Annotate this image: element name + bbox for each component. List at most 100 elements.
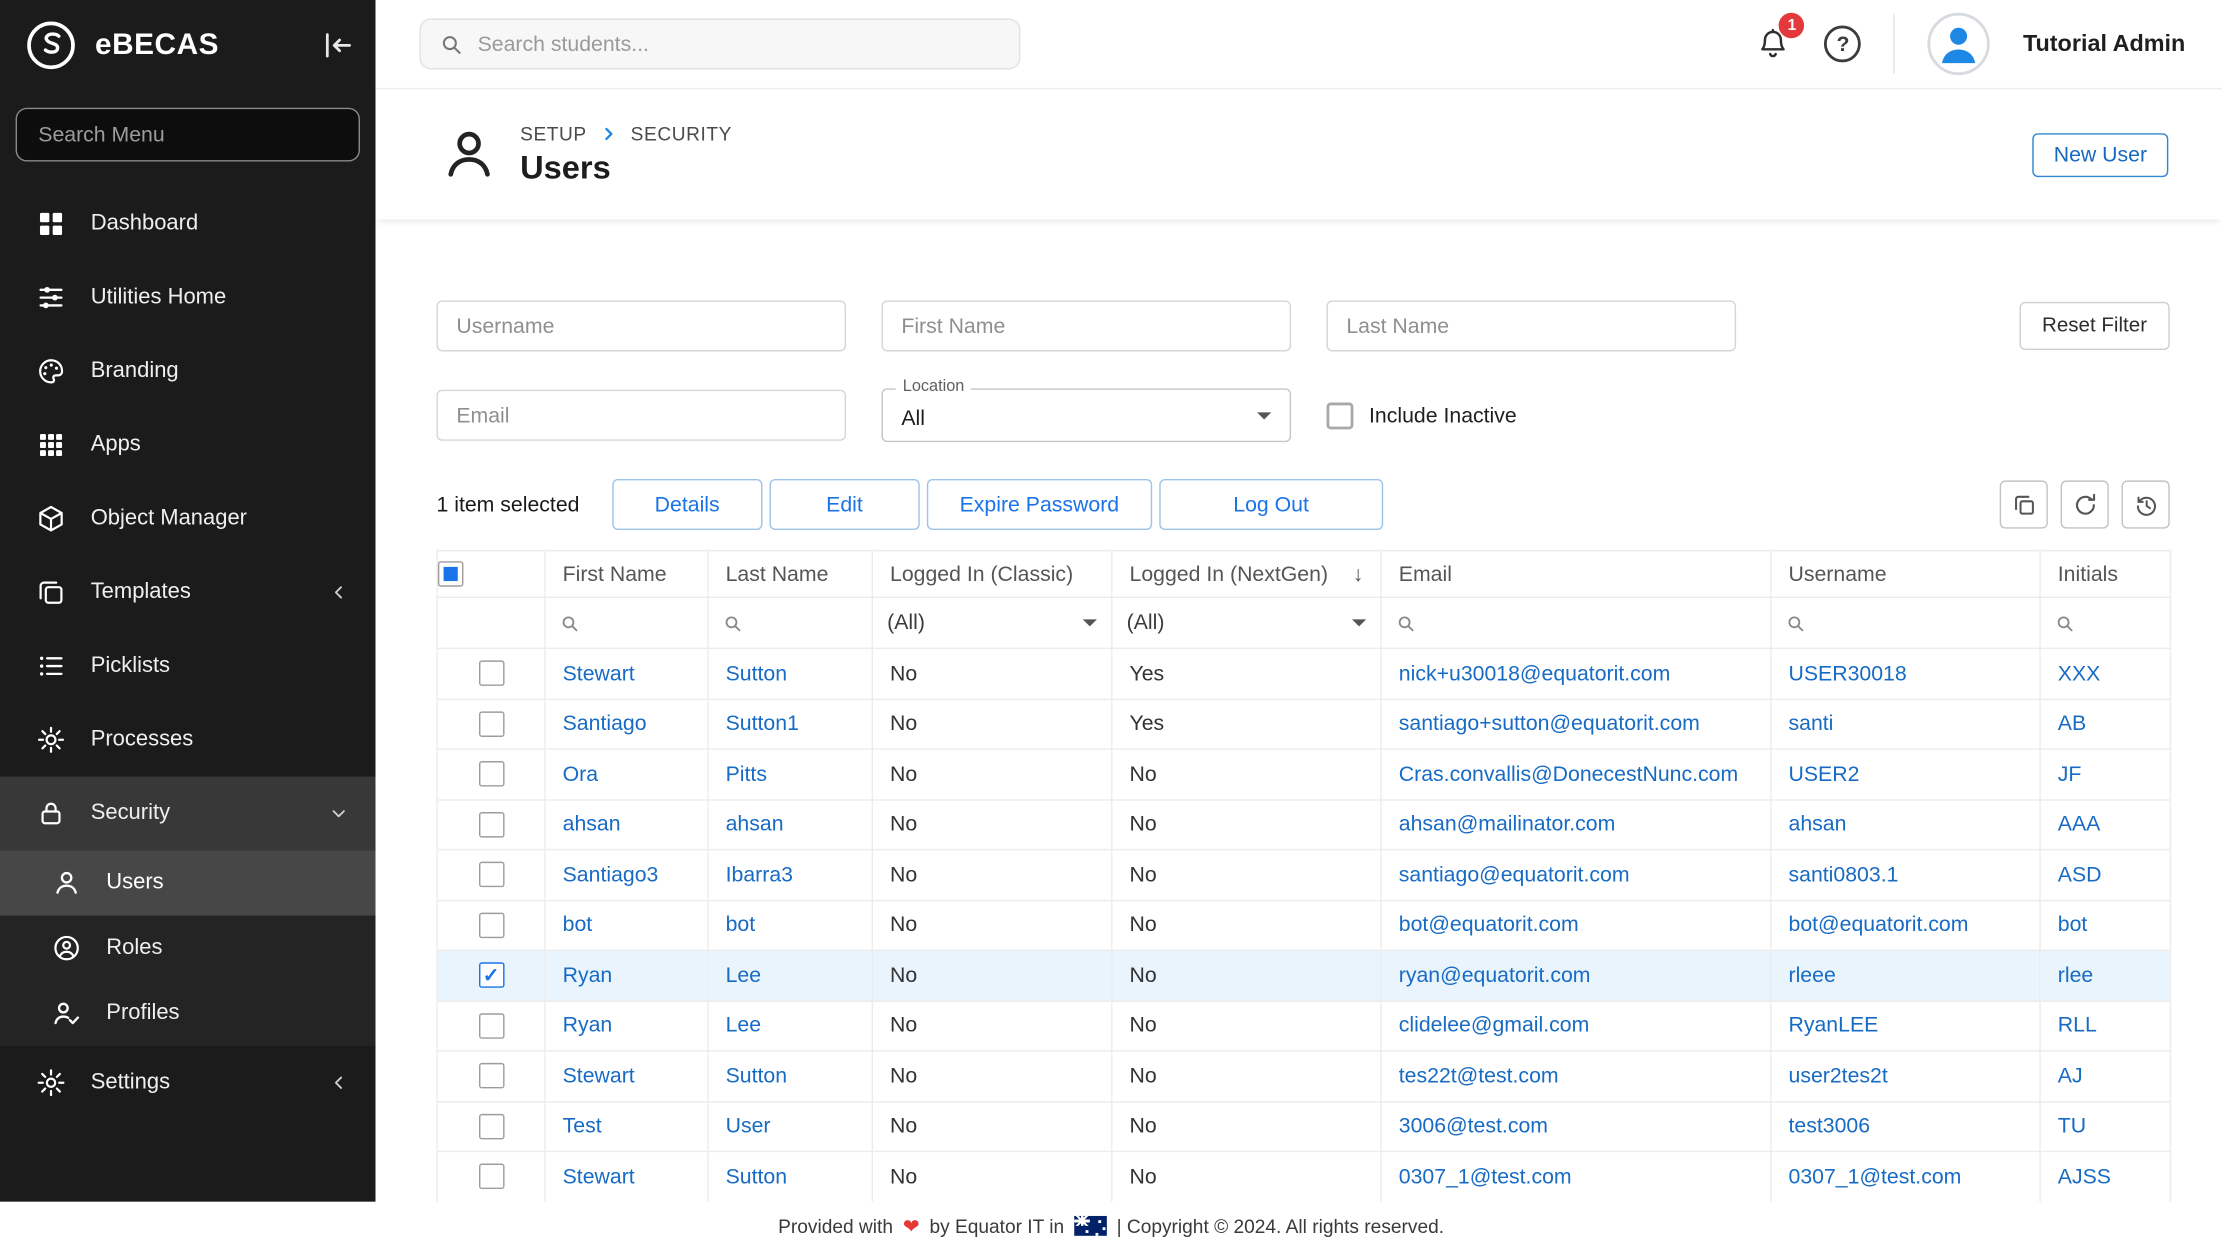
table-row[interactable]: botbotNoNobot@equatorit.combot@equatorit… [437,900,2170,950]
table-row[interactable]: ✓RyanLeeNoNoryan@equatorit.comrleeerlee [437,950,2170,1000]
cell-username[interactable]: USER2 [1771,749,2040,799]
cell-initials[interactable]: AJSS [2040,1151,2170,1201]
cell-email[interactable]: ryan@equatorit.com [1381,950,1771,1000]
cell-initials[interactable]: AAA [2040,799,2170,849]
cell-first[interactable]: Santiago3 [545,850,708,900]
table-row[interactable]: StewartSuttonNoNotes22t@test.comuser2tes… [437,1051,2170,1101]
table-row[interactable]: RyanLeeNoNoclidelee@gmail.comRyanLEERLL [437,1001,2170,1051]
sidebar-item-apps[interactable]: Apps [0,408,376,482]
cell-last[interactable]: Pitts [708,749,872,799]
expire-password-button[interactable]: Expire Password [927,479,1152,530]
cell-first[interactable]: bot [545,900,708,950]
breadcrumb-setup[interactable]: SETUP [520,123,587,144]
cell-first[interactable]: ahsan [545,799,708,849]
filter-cell-classic[interactable]: (All) [872,597,1112,648]
cell-email[interactable]: santiago+sutton@equatorit.com [1381,699,1771,749]
reset-filter-button[interactable]: Reset Filter [2019,302,2169,350]
cell-username[interactable]: RyanLEE [1771,1001,2040,1051]
sidebar-item-object-manager[interactable]: Object Manager [0,482,376,556]
cell-initials[interactable]: bot [2040,900,2170,950]
cell-initials[interactable]: AJ [2040,1051,2170,1101]
column-header-username[interactable]: Username [1771,551,2040,598]
details-button[interactable]: Details [612,479,762,530]
select-all-checkbox[interactable] [438,561,464,587]
cell-email[interactable]: ahsan@mailinator.com [1381,799,1771,849]
cell-username[interactable]: ahsan [1771,799,2040,849]
cell-first[interactable]: Stewart [545,1051,708,1101]
filter-cell-nextgen[interactable]: (All) [1112,597,1381,648]
row-checkbox[interactable] [478,912,504,938]
table-row[interactable]: StewartSuttonNoYesnick+u30018@equatorit.… [437,648,2170,698]
cell-last[interactable]: Lee [708,950,872,1000]
cell-username[interactable]: USER30018 [1771,648,2040,698]
cell-last[interactable]: bot [708,900,872,950]
cell-email[interactable]: santiago@equatorit.com [1381,850,1771,900]
cell-email[interactable]: nick+u30018@equatorit.com [1381,648,1771,698]
table-row[interactable]: TestUserNoNo3006@test.comtest3006TU [437,1101,2170,1151]
filter-cell-last-name[interactable] [708,597,872,648]
sidebar-item-users[interactable]: Users [0,850,376,915]
history-button[interactable] [2122,480,2170,528]
log-out-button[interactable]: Log Out [1159,479,1383,530]
row-checkbox[interactable] [478,661,504,687]
sidebar-item-branding[interactable]: Branding [0,334,376,408]
cell-last[interactable]: Lee [708,1001,872,1051]
cell-first[interactable]: Ryan [545,950,708,1000]
cell-username[interactable]: test3006 [1771,1101,2040,1151]
refresh-button[interactable] [2061,480,2109,528]
sidebar-item-profiles[interactable]: Profiles [0,981,376,1046]
cell-email[interactable]: 0307_1@test.com [1381,1151,1771,1201]
cell-username[interactable]: rleee [1771,950,2040,1000]
table-row[interactable]: Santiago3Ibarra3NoNosantiago@equatorit.c… [437,850,2170,900]
cell-username[interactable]: santi0803.1 [1771,850,2040,900]
cell-email[interactable]: bot@equatorit.com [1381,900,1771,950]
column-header-email[interactable]: Email [1381,551,1771,598]
cell-first[interactable]: Test [545,1101,708,1151]
table-row[interactable]: SantiagoSutton1NoYessantiago+sutton@equa… [437,699,2170,749]
sidebar-item-processes[interactable]: Processes [0,703,376,777]
cell-initials[interactable]: AB [2040,699,2170,749]
cell-email[interactable]: 3006@test.com [1381,1101,1771,1151]
sidebar-item-dashboard[interactable]: Dashboard [0,187,376,261]
last-name-filter-input[interactable] [1326,300,1736,351]
row-checkbox[interactable] [478,1114,504,1140]
cell-initials[interactable]: RLL [2040,1001,2170,1051]
cell-email[interactable]: Cras.convallis@DonecestNunc.com [1381,749,1771,799]
cell-first[interactable]: Stewart [545,648,708,698]
cell-initials[interactable]: TU [2040,1101,2170,1151]
column-header-logged-in-classic[interactable]: Logged In (Classic) [872,551,1112,598]
cell-last[interactable]: Sutton [708,1051,872,1101]
first-name-filter-input[interactable] [881,300,1291,351]
sidebar-collapse-icon[interactable] [319,27,356,64]
sidebar-item-roles[interactable]: Roles [0,916,376,981]
cell-first[interactable]: Ryan [545,1001,708,1051]
column-header-initials[interactable]: Initials [2040,551,2170,598]
cell-username[interactable]: santi [1771,699,2040,749]
row-checkbox[interactable]: ✓ [478,963,504,989]
avatar[interactable] [1928,13,1990,75]
cell-last[interactable]: User [708,1101,872,1151]
export-button[interactable] [2000,480,2048,528]
email-filter-input[interactable] [436,390,846,441]
location-select[interactable]: Location All [881,388,1291,442]
row-checkbox[interactable] [478,1164,504,1190]
sidebar-item-picklists[interactable]: Picklists [0,629,376,703]
sidebar-item-security[interactable]: Security [0,777,376,851]
username-filter-input[interactable] [436,300,846,351]
cell-initials[interactable]: JF [2040,749,2170,799]
checkbox-box[interactable] [1326,402,1353,429]
filter-cell-username[interactable] [1771,597,2040,648]
table-row[interactable]: ahsanahsanNoNoahsan@mailinator.comahsanA… [437,799,2170,849]
cell-last[interactable]: Sutton [708,648,872,698]
breadcrumb-security[interactable]: SECURITY [631,123,732,144]
filter-cell-initials[interactable] [2040,597,2170,648]
sidebar-item-templates[interactable]: Templates [0,556,376,630]
table-row[interactable]: OraPittsNoNoCras.convallis@DonecestNunc.… [437,749,2170,799]
cell-first[interactable]: Stewart [545,1151,708,1201]
table-row[interactable]: StewartSuttonNoNo0307_1@test.com0307_1@t… [437,1151,2170,1201]
column-header-first-name[interactable]: First Name [545,551,708,598]
cell-last[interactable]: Ibarra3 [708,850,872,900]
students-search-input[interactable] [478,32,1001,56]
new-user-button[interactable]: New User [2032,133,2168,177]
sidebar-item-utilities-home[interactable]: Utilities Home [0,261,376,335]
